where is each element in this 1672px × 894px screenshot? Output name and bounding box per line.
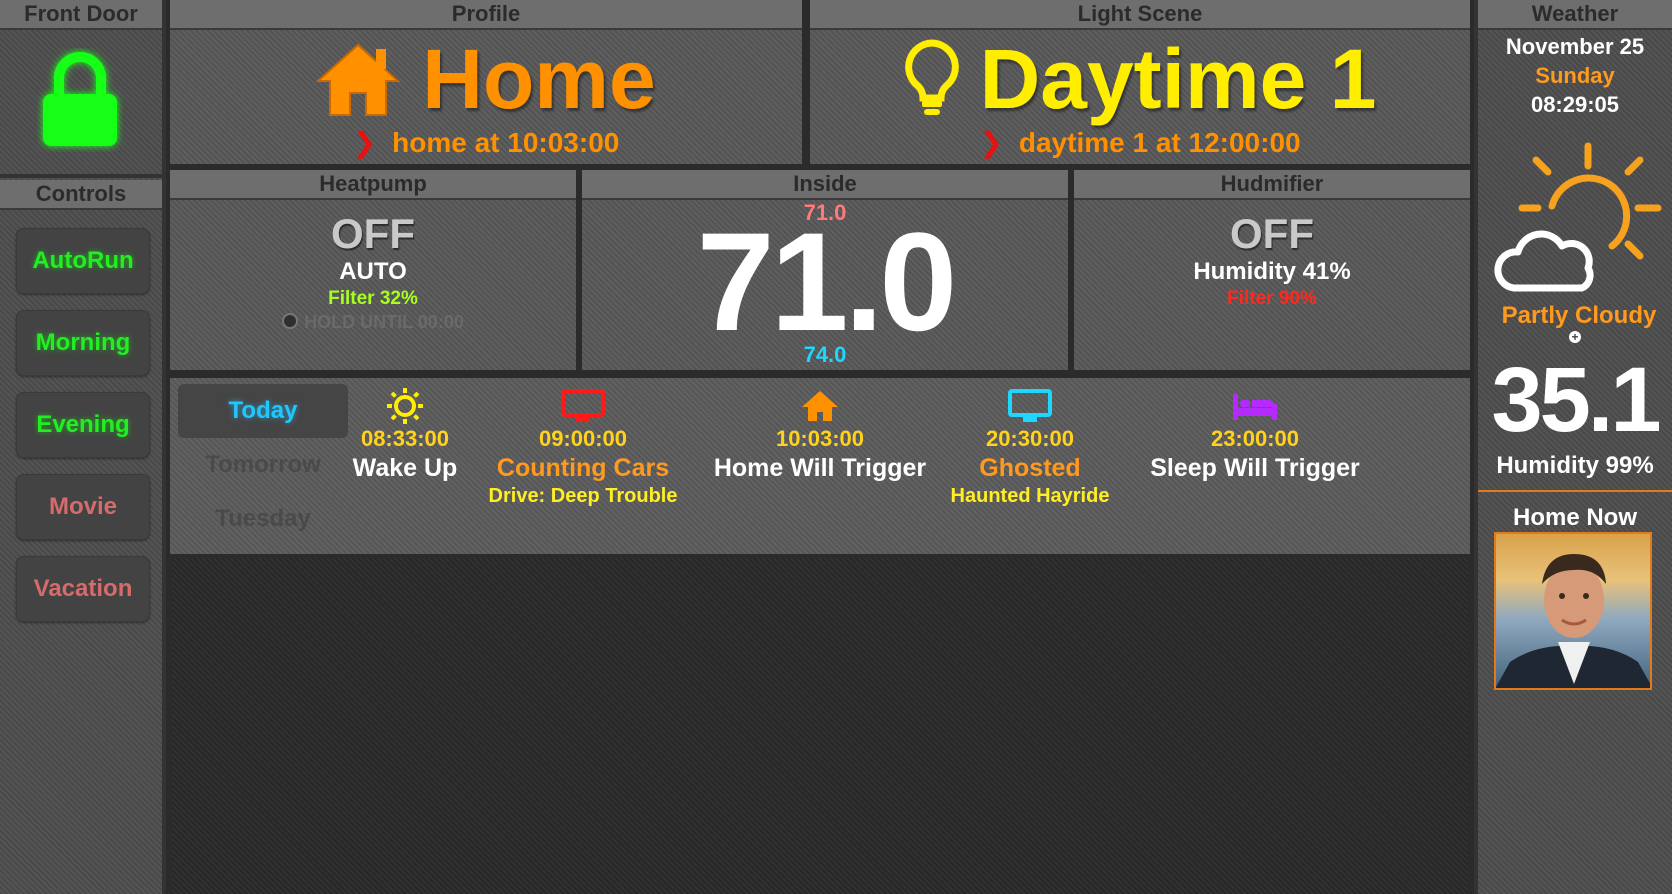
light-scene-panel[interactable]: Light Scene Daytime 1 ❯ daytime 1 at 12:0…: [810, 0, 1470, 164]
inside-panel[interactable]: Inside 71.0 71.0 74.0: [582, 170, 1068, 370]
event-name: Sleep Will Trigger: [1150, 454, 1360, 482]
morning-button[interactable]: Morning: [16, 310, 150, 376]
profile-panel[interactable]: Profile Home ❯ home at 10:03:00: [170, 0, 802, 164]
humidifier-title: Hudmifier: [1074, 170, 1470, 200]
avatar: [1496, 554, 1650, 688]
controls-title: Controls: [0, 180, 162, 210]
weather-condition: Partly Cloudy: [1501, 302, 1657, 329]
weather-date: November 25: [1505, 34, 1645, 59]
movie-button[interactable]: Movie: [16, 474, 150, 540]
inside-temperature: 71.0: [696, 203, 957, 360]
resident-photo[interactable]: [1494, 532, 1652, 690]
humidifier-filter: Filter 90%: [1227, 288, 1317, 309]
event-name: Ghosted: [979, 454, 1081, 482]
hold-until-toggle[interactable]: HOLD UNTIL 00:00: [170, 312, 576, 333]
light-scene-title: Light Scene: [810, 0, 1470, 30]
vacation-button[interactable]: Vacation: [16, 556, 150, 622]
outside-humidity: Humidity 99%: [1496, 452, 1654, 479]
empty-area: [172, 558, 1468, 894]
humidifier-panel[interactable]: Hudmifier OFF Humidity 41% Filter 90%: [1074, 170, 1470, 370]
front-door-title: Front Door: [0, 0, 162, 30]
light-scene-next: daytime 1 at 12:00:00: [1018, 127, 1301, 158]
hold-until-label: HOLD UNTIL 00:00: [304, 312, 464, 332]
heatpump-panel[interactable]: Heatpump OFF AUTO Filter 32% HOLD UNTIL …: [170, 170, 576, 370]
event-name: Counting Cars: [496, 454, 670, 482]
weather-time: 08:29:05: [1530, 92, 1620, 117]
heatpump-filter: Filter 32%: [328, 288, 418, 309]
light-scene-value: Daytime 1: [979, 31, 1377, 126]
schedule-event[interactable]: 20:30:00 Ghosted Haunted Hayride: [940, 386, 1120, 508]
event-time: 08:33:00: [360, 426, 450, 451]
event-name: Wake Up: [352, 454, 458, 482]
profile-value: Home: [422, 31, 656, 126]
tab-today[interactable]: Today: [178, 384, 348, 438]
left-column: Front Door Controls AutoRun Morning Even…: [0, 0, 166, 894]
house-icon: [802, 391, 838, 421]
cool-setpoint: 74.0: [803, 342, 847, 367]
tab-tuesday[interactable]: Tuesday: [178, 492, 348, 546]
inside-title: Inside: [582, 170, 1068, 200]
evening-button[interactable]: Evening: [16, 392, 150, 458]
event-time: 10:03:00: [775, 426, 865, 451]
event-time: 23:00:00: [1210, 426, 1300, 451]
humidifier-state: OFF: [1230, 210, 1314, 257]
schedule-event[interactable]: 08:33:00 Wake Up: [350, 386, 460, 483]
bed-icon: [1233, 394, 1277, 420]
home-now-title: Home Now: [1512, 504, 1637, 531]
event-subtitle: Haunted Hayride: [950, 485, 1110, 507]
house-icon: [316, 43, 401, 116]
schedule-event[interactable]: 09:00:00 Counting Cars Drive: Deep Troub…: [480, 386, 686, 508]
schedule-event[interactable]: 10:03:00 Home Will Trigger: [700, 386, 940, 483]
front-door-lock[interactable]: [37, 48, 123, 152]
tab-tomorrow[interactable]: Tomorrow: [178, 438, 348, 492]
weather-condition-icon: [1492, 138, 1662, 308]
divider: [1478, 490, 1672, 492]
radio-icon: [282, 313, 299, 329]
plus-circle-icon[interactable]: +: [1478, 328, 1672, 346]
profile-title: Profile: [170, 0, 802, 30]
partly-cloudy-icon: [1494, 142, 1662, 292]
tv-icon: [1008, 389, 1052, 422]
weather-column: Weather November 25 Sunday 08:29:05 Part…: [1474, 0, 1672, 894]
lock-icon: [43, 52, 117, 146]
event-name: Home Will Trigger: [713, 454, 927, 482]
chevron-right-icon: ❯: [979, 127, 1003, 158]
heatpump-title: Heatpump: [170, 170, 576, 200]
event-subtitle: Drive: Deep Trouble: [488, 485, 678, 507]
heatpump-state: OFF: [331, 210, 415, 257]
profile-next: home at 10:03:00: [392, 127, 620, 158]
autorun-button[interactable]: AutoRun: [16, 228, 150, 294]
sun-icon: [387, 388, 423, 424]
outside-temperature: 35.1: [1491, 349, 1661, 451]
weather-title: Weather: [1478, 0, 1672, 30]
event-time: 09:00:00: [538, 426, 628, 451]
schedule-event[interactable]: 23:00:00 Sleep Will Trigger: [1135, 386, 1375, 483]
tv-icon: [561, 389, 605, 422]
chevron-right-icon: ❯: [352, 127, 377, 158]
lightbulb-icon: [904, 39, 959, 115]
humidifier-humidity: Humidity 41%: [1193, 258, 1351, 285]
weather-weekday: Sunday: [1535, 63, 1615, 88]
heatpump-mode: AUTO: [339, 258, 407, 285]
event-time: 20:30:00: [985, 426, 1075, 451]
